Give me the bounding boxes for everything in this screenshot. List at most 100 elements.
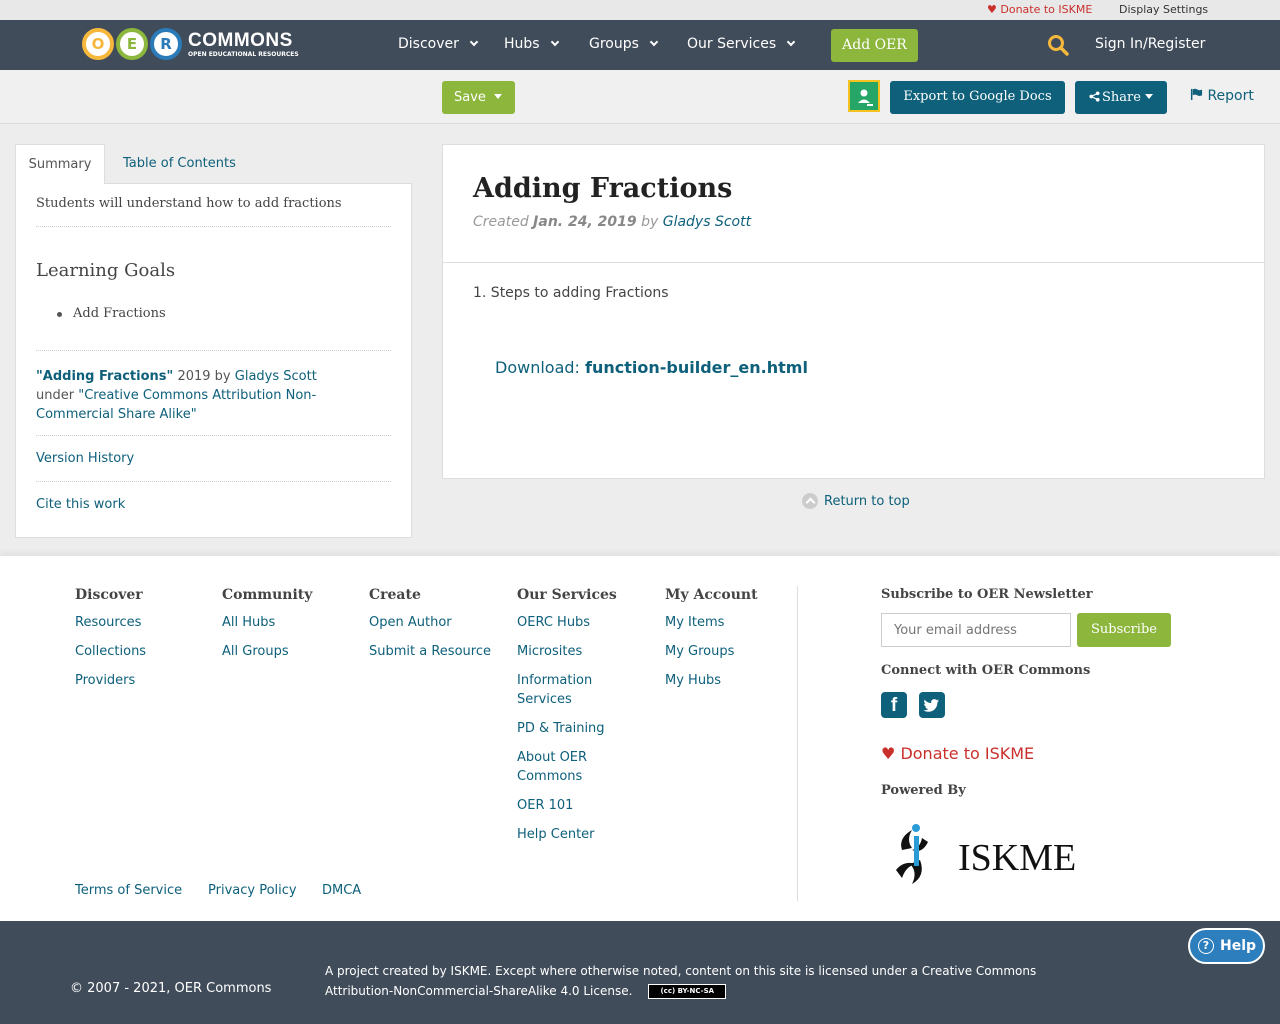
divider (36, 226, 391, 227)
footer-col-title: Our Services (517, 587, 617, 603)
summary-panel: Students will understand how to add frac… (15, 183, 412, 538)
footer-link-my-items[interactable]: My Items (665, 613, 758, 632)
footer-col-title: Discover (75, 587, 143, 603)
footer-link-oer-101[interactable]: OER 101 (517, 796, 647, 815)
nav-discover[interactable]: Discover (398, 36, 479, 52)
nav-discover-label: Discover (398, 36, 459, 52)
report-link[interactable]: Report (1190, 88, 1254, 104)
section-heading: 1. Steps to adding Fractions (473, 285, 669, 301)
summary-text: Students will understand how to add frac… (36, 196, 342, 211)
author-link[interactable]: Gladys Scott (663, 214, 751, 230)
return-to-top-link[interactable]: Return to top (802, 493, 910, 509)
display-settings-link[interactable]: Display Settings (1119, 3, 1208, 16)
nav-groups[interactable]: Groups (589, 36, 659, 52)
created-label: Created (473, 214, 529, 230)
footer-donate-link[interactable]: ♥ Donate to ISKME (881, 744, 1034, 763)
sign-in-register-link[interactable]: Sign In/Register (1095, 36, 1205, 52)
footer-donate-label: Donate to ISKME (900, 744, 1035, 763)
main-navbar: O E R COMMONS OPEN EDUCATIONAL RESOURCES… (0, 20, 1280, 70)
caret-down-icon (1144, 94, 1153, 99)
tab-table-of-contents[interactable]: Table of Contents (123, 156, 236, 171)
privacy-policy-link[interactable]: Privacy Policy (208, 883, 297, 898)
nav-hubs-label: Hubs (504, 36, 540, 52)
iskme-logo[interactable]: ISKME (890, 820, 1090, 890)
footer-link-submit-resource[interactable]: Submit a Resource (369, 642, 491, 661)
attribution-by: by (214, 369, 231, 384)
oer-commons-logo[interactable]: O E R COMMONS OPEN EDUCATIONAL RESOURCES (82, 25, 299, 63)
footer-link-microsites[interactable]: Microsites (517, 642, 647, 661)
twitter-icon[interactable] (919, 692, 945, 718)
learning-goals-title: Learning Goals (36, 260, 176, 281)
license-link[interactable]: "Creative Commons Attribution Non-Commer… (36, 388, 316, 422)
chevron-up-icon (802, 493, 818, 509)
copyright-text: © 2007 - 2021, OER Commons (70, 981, 272, 996)
google-classroom-icon[interactable] (848, 80, 880, 112)
logo-letter-r: R (150, 28, 182, 60)
share-button[interactable]: Share (1075, 81, 1167, 114)
question-icon: ? (1198, 938, 1214, 954)
chevron-down-icon (786, 37, 796, 47)
help-button[interactable]: ? Help (1188, 928, 1265, 964)
flag-icon (1190, 88, 1203, 101)
footer-col-create: Create Open Author Submit a Resource (369, 587, 491, 671)
heart-icon: ♥ (987, 3, 997, 16)
nav-our-services[interactable]: Our Services (687, 36, 796, 52)
footer-link-all-hubs[interactable]: All Hubs (222, 613, 312, 632)
donate-label: Donate to ISKME (1000, 3, 1093, 16)
footer-link-help-center[interactable]: Help Center (517, 825, 647, 844)
footer-link-my-groups[interactable]: My Groups (665, 642, 758, 661)
footer-link-providers[interactable]: Providers (75, 671, 146, 690)
footer-col-my-account: My Account My Items My Groups My Hubs (665, 587, 758, 700)
action-bar: Save Export to Google Docs Share Report (0, 70, 1280, 124)
footer-col-community: Community All Hubs All Groups (222, 587, 312, 671)
nav-hubs[interactable]: Hubs (504, 36, 559, 52)
footer-link-my-hubs[interactable]: My Hubs (665, 671, 758, 690)
footer-divider (797, 586, 798, 901)
version-history-link[interactable]: Version History (36, 451, 134, 466)
footer-link-resources[interactable]: Resources (75, 613, 146, 632)
footer-link-oerc-hubs[interactable]: OERC Hubs (517, 613, 647, 632)
help-label: Help (1220, 938, 1257, 954)
search-icon[interactable] (1047, 34, 1069, 56)
dmca-link[interactable]: DMCA (322, 883, 361, 898)
footer: Discover Resources Collections Providers… (0, 556, 1280, 921)
footer-link-collections[interactable]: Collections (75, 642, 146, 661)
footer-col-our-services: Our Services OERC Hubs Microsites Inform… (517, 587, 647, 854)
donate-link[interactable]: ♥ Donate to ISKME (987, 3, 1092, 16)
footer-link-all-groups[interactable]: All Groups (222, 642, 312, 661)
newsletter-title: Subscribe to OER Newsletter (881, 587, 1093, 602)
bottom-bar: © 2007 - 2021, OER Commons A project cre… (0, 921, 1280, 1024)
footer-col-discover: Discover Resources Collections Providers (75, 587, 146, 700)
subscribe-button[interactable]: Subscribe (1077, 613, 1171, 647)
tab-summary[interactable]: Summary (15, 144, 105, 184)
footer-link-about-oer-commons[interactable]: About OER Commons (517, 748, 617, 786)
attribution-year: 2019 (177, 369, 211, 384)
attribution-author-link[interactable]: Gladys Scott (235, 369, 317, 384)
footer-link-information-services[interactable]: Information Services (517, 671, 617, 709)
cc-license-badge[interactable]: (cc) BY-NC-SA (648, 984, 727, 999)
heart-icon: ♥ (881, 744, 896, 763)
logo-letter-e: E (116, 28, 148, 60)
download-label: Download: (495, 358, 580, 377)
cite-this-work-link[interactable]: Cite this work (36, 497, 125, 512)
download-link[interactable]: Download: function-builder_en.html (495, 358, 808, 377)
add-oer-button[interactable]: Add OER (831, 29, 918, 62)
newsletter-email-input[interactable] (881, 613, 1071, 647)
logo-wordmark-text: COMMONS (188, 29, 293, 51)
created-by: by (641, 214, 659, 230)
export-google-docs-button[interactable]: Export to Google Docs (890, 81, 1065, 114)
save-label: Save (454, 90, 486, 105)
logo-letter-o: O (82, 28, 114, 60)
terms-of-service-link[interactable]: Terms of Service (75, 883, 182, 898)
attribution-title-link[interactable]: "Adding Fractions" (36, 369, 173, 384)
save-button[interactable]: Save (442, 81, 515, 114)
utility-bar: ♥ Donate to ISKME Display Settings (0, 0, 1280, 20)
created-date: Jan. 24, 2019 (533, 214, 637, 230)
chevron-down-icon (649, 37, 659, 47)
footer-link-open-author[interactable]: Open Author (369, 613, 491, 632)
footer-link-pd-training[interactable]: PD & Training (517, 719, 647, 738)
nav-our-services-label: Our Services (687, 36, 777, 52)
logo-tagline: OPEN EDUCATIONAL RESOURCES (188, 50, 299, 58)
divider (36, 350, 391, 351)
facebook-icon[interactable]: f (881, 692, 907, 718)
